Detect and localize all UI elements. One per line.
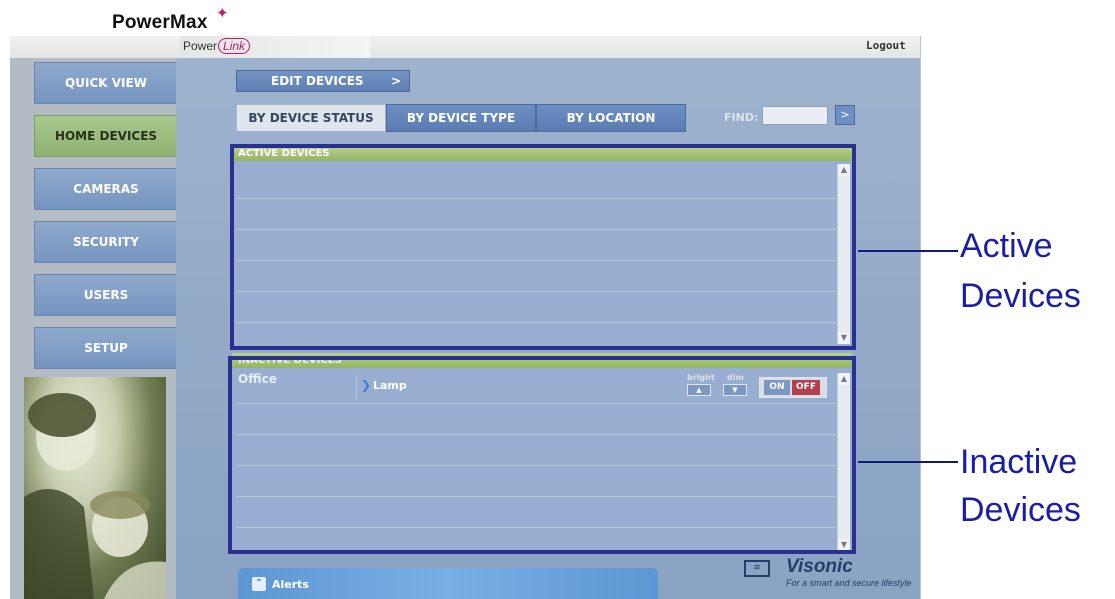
active-callout-line1: Active bbox=[960, 227, 1053, 265]
nav-setup[interactable]: SETUP bbox=[34, 327, 178, 369]
logout-link[interactable]: Logout bbox=[866, 39, 906, 52]
family-photo-art bbox=[24, 393, 166, 599]
find-label: FIND: bbox=[724, 111, 759, 124]
inactive-devices-highlight bbox=[228, 356, 856, 554]
nav-home-devices[interactable]: HOME DEVICES bbox=[34, 115, 178, 157]
inactive-callout-line bbox=[858, 461, 958, 463]
edit-devices-button[interactable]: EDIT DEVICES > bbox=[236, 70, 410, 92]
powerlink-logo: Power Link bbox=[183, 38, 251, 54]
visonic-mark-icon: ≋ bbox=[744, 560, 770, 577]
powerlink-link-text: Link bbox=[218, 38, 251, 54]
nav-users[interactable]: USERS bbox=[34, 274, 178, 316]
chevron-up-icon[interactable]: ⌃ bbox=[252, 577, 266, 591]
find-go-button[interactable]: > bbox=[835, 105, 855, 125]
top-bar bbox=[10, 36, 920, 58]
inactive-callout-line2: Devices bbox=[960, 491, 1081, 529]
family-photo bbox=[24, 377, 166, 599]
nav-cameras[interactable]: CAMERAS bbox=[34, 168, 178, 210]
nav-quick-view[interactable]: QUICK VIEW bbox=[34, 62, 178, 104]
active-devices-highlight bbox=[230, 144, 856, 350]
find-input[interactable] bbox=[762, 106, 828, 125]
tab-by-location[interactable]: BY LOCATION bbox=[536, 104, 686, 132]
alerts-label[interactable]: Alerts bbox=[272, 578, 309, 591]
active-callout-line bbox=[858, 250, 958, 252]
nav-security[interactable]: SECURITY bbox=[34, 221, 178, 263]
powermax-logo: PowerMax bbox=[112, 12, 208, 33]
star-icon: ✦ bbox=[216, 4, 229, 22]
tab-by-device-type[interactable]: BY DEVICE TYPE bbox=[386, 104, 536, 132]
chevron-right-icon: > bbox=[390, 74, 401, 88]
powerlink-prefix: Power bbox=[183, 39, 218, 53]
visonic-tagline: For a smart and secure lifestyle bbox=[786, 578, 912, 588]
tab-by-device-status[interactable]: BY DEVICE STATUS bbox=[236, 104, 386, 131]
visonic-logo: Visonic bbox=[786, 556, 853, 577]
inactive-callout-line1: Inactive bbox=[960, 443, 1078, 481]
edit-devices-label: EDIT DEVICES bbox=[271, 74, 364, 88]
active-callout-line2: Devices bbox=[960, 277, 1081, 315]
